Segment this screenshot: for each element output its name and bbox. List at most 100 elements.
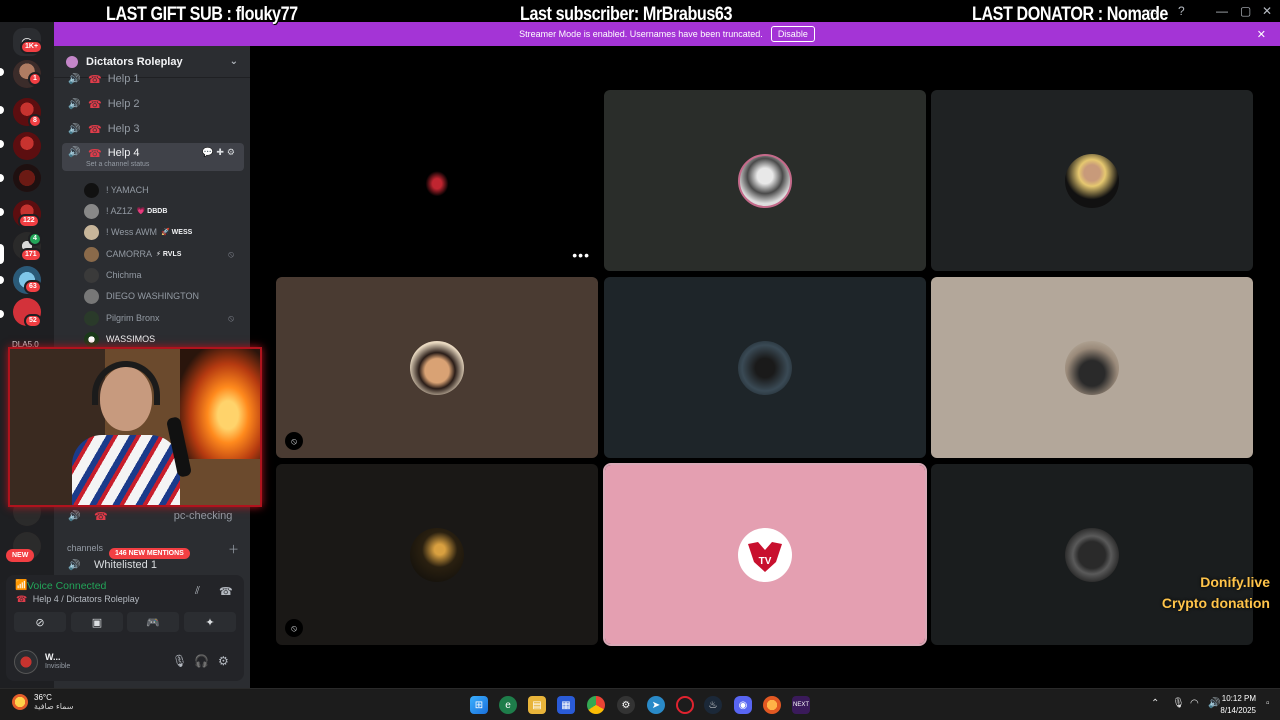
discord-icon[interactable]: ◉ [734,696,752,714]
headphones-icon[interactable]: 🎧 [194,654,209,668]
start-icon[interactable]: ⊞ [470,696,488,714]
server-icon[interactable] [13,164,41,192]
speaker-icon: 🔊 [68,98,81,110]
clock[interactable]: 10:12 PM 8/14/2025 [1220,693,1256,717]
category-channels[interactable]: channels [67,543,103,553]
participant-tile[interactable]: ⦸ [276,464,598,645]
avatar: TV [738,527,792,582]
channel-name: Help 3 [107,123,140,135]
show-hidden-icons[interactable]: ⌃ [1151,698,1159,709]
wifi-icon[interactable]: ◠ [1190,698,1199,709]
unread-pill [0,276,4,284]
phone-icon: ☎ [94,510,108,523]
date: 8/14/2025 [1220,706,1256,715]
share-screen-button[interactable]: ▣ [71,612,123,632]
voice-location[interactable]: ☎ Help 4 / Dictators Roleplay [16,594,139,605]
participant-tile[interactable] [604,277,926,458]
member-item[interactable]: CAMORRA ⚡ RVLS ⦸ [84,244,244,264]
member-name: Pilgrim Bronx [106,313,160,323]
file-explorer-icon[interactable]: ▤ [528,696,546,714]
member-name: Chichma [106,270,142,280]
app-icon[interactable]: ⚙ [617,696,635,714]
member-item[interactable]: ! AZ1Z 💗 DBDB [84,201,244,221]
edge-icon[interactable]: e [499,696,517,714]
voice-channel-help-2[interactable]: 🔊 ☎ Help 2 [62,92,244,116]
soundboard-button[interactable]: ✦ [184,612,236,632]
opera-icon[interactable] [676,696,694,714]
channel-action-icons[interactable]: 💬✚⚙ [202,147,238,158]
server-badge: 8 [28,114,42,128]
weather-icon [12,694,28,710]
donify-label: Donify.live [1200,574,1270,590]
muted-icon: ⦸ [228,312,234,323]
disable-streamer-mode-button[interactable]: Disable [770,26,815,42]
user-panel: W... Invisible 🎙 🎧 ⚙ [6,643,244,681]
member-item[interactable]: ! Wess AWM 🚀 WESS [84,222,244,242]
member-item[interactable]: Chichma [84,265,244,285]
participant-tile[interactable]: ••• [276,90,598,271]
member-item[interactable]: ! YAMACH [84,180,244,200]
channel-name: Whitelisted 1 [94,559,157,571]
participant-tile-speaking[interactable]: TV [603,463,927,646]
donation-overlay: Donify.live Crypto donation [1162,572,1270,614]
weather-widget[interactable]: 36°C سماء صافية [12,693,74,711]
volume-icon[interactable]: 🔊 [1208,698,1220,709]
channel-pc-checking[interactable]: 🔊 ☎ pc-checking [62,506,244,526]
webcam-fireplace [180,349,260,459]
chevron-down-icon[interactable]: ⌄ [230,56,238,67]
voice-channel-help-4[interactable]: 🔊 ☎ Help 4 Set a channel status 💬✚⚙ [62,143,244,171]
signal-icon[interactable]: 📶 [15,580,27,591]
close-icon[interactable]: ✕ [1257,28,1266,41]
noise-suppression-icon[interactable]: ⫽ [195,585,200,598]
avatar [738,340,792,395]
activity-button[interactable]: 🎮 [127,612,179,632]
user-name[interactable]: W... [45,652,61,662]
disconnect-icon[interactable]: ☎ [219,585,233,598]
server-badge: 52 [24,314,42,328]
steam-icon[interactable]: ♨ [704,696,722,714]
voice-channel-help-3[interactable]: 🔊 ☎ Help 3 [62,117,244,141]
participant-tile[interactable] [931,90,1253,271]
maximize-icon[interactable]: ▢ [1240,4,1251,18]
store-icon[interactable]: ▦ [557,696,575,714]
server-badge: 122 [18,214,40,228]
firefox-icon[interactable] [763,696,781,714]
participant-tile[interactable] [604,90,926,271]
new-mentions-badge[interactable]: 146 NEW MENTIONS [109,548,190,559]
avatar [1065,527,1119,582]
speaker-icon: 🔊 [68,559,81,571]
unread-pill [0,68,4,76]
microphone-tray-icon[interactable]: 🎙 [1172,698,1185,709]
more-options-icon[interactable]: ••• [572,247,590,263]
voice-channel-help-1[interactable]: 🔊 ☎ Help 1 [62,70,244,88]
channel-whitelisted[interactable]: 🔊 Whitelisted 1 [62,558,244,572]
microphone-icon[interactable]: 🎙 [172,654,187,668]
chrome-icon[interactable] [587,696,605,714]
member-item[interactable]: DIEGO WASHINGTON [84,286,244,306]
member-name: ! AZ1Z [106,206,133,216]
close-window-icon[interactable]: ✕ [1262,4,1272,18]
participant-tile[interactable]: ⦸ [276,277,598,458]
member-item[interactable]: Pilgrim Bronx ⦸ [84,308,244,328]
channel-status[interactable]: Set a channel status [86,161,149,168]
minimize-icon[interactable]: — [1216,4,1228,18]
notifications-icon[interactable]: ▫ [1266,698,1270,709]
participant-tile[interactable] [931,277,1253,458]
crypto-label: Crypto donation [1161,595,1270,611]
help-icon[interactable]: ? [1178,4,1185,18]
add-channel-icon[interactable]: ＋ [228,541,239,557]
temperature: 36°C [34,693,52,702]
voice-connected-label[interactable]: Voice Connected [27,580,106,592]
server-icon[interactable] [13,132,41,160]
settings-gear-icon[interactable]: ⚙ [218,654,229,668]
next-app-icon[interactable]: NEXT [792,696,810,714]
new-unread-pill[interactable]: NEW [6,549,35,562]
speaker-icon: 🔊 [68,73,81,85]
telegram-icon[interactable]: ➤ [647,696,665,714]
unread-pill [0,208,4,216]
speaker-icon: 🔊 [68,147,81,158]
participant-tile[interactable] [931,464,1253,645]
avatar[interactable] [14,650,38,674]
camera-off-button[interactable]: ⊘ [14,612,66,632]
member-item[interactable]: WASSIMOS [84,329,244,349]
